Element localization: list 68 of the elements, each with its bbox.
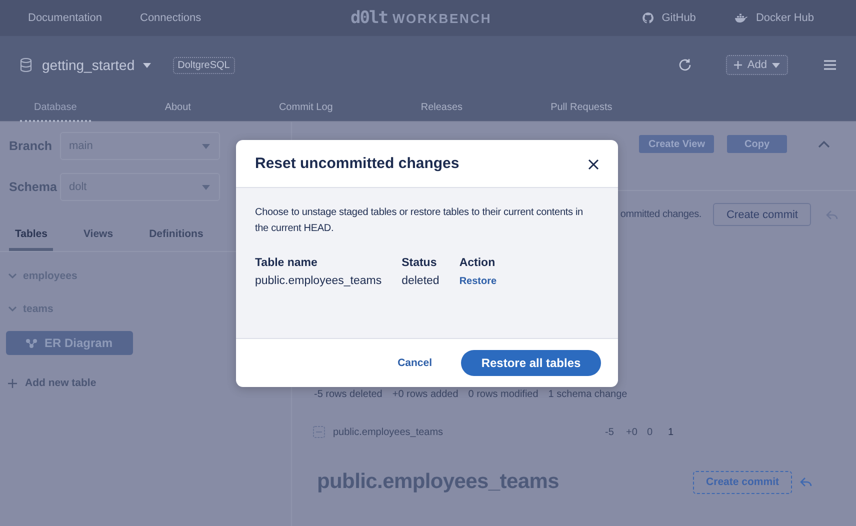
modified-count: 0	[647, 426, 654, 438]
restore-link[interactable]: Restore	[459, 276, 497, 287]
column-header: Status	[402, 257, 460, 275]
undo-icon[interactable]	[800, 477, 812, 487]
refresh-icon[interactable]	[678, 58, 692, 72]
table-heading: public.employees_teams	[317, 470, 560, 494]
database-selector[interactable]: getting_started	[42, 57, 151, 73]
create-commit-button[interactable]: Create commit	[713, 203, 811, 226]
caret-icon	[772, 62, 780, 68]
restore-all-button[interactable]: Restore all tables	[461, 350, 601, 376]
toolbar-button[interactable]: Create View	[639, 135, 714, 153]
collapse-icon[interactable]	[818, 140, 830, 148]
field-label: Schema	[9, 180, 58, 194]
caret-icon	[142, 62, 151, 68]
diff-summary-stat: -5 rows deleted	[314, 389, 382, 400]
undo-icon[interactable]	[826, 210, 838, 220]
dialog-title: Reset uncommitted changes	[255, 155, 460, 172]
deleted-count: -5	[605, 426, 615, 438]
chevron-icon[interactable]	[8, 272, 17, 278]
add-table-link[interactable]: Add new table	[8, 377, 291, 389]
nav-link[interactable]: Documentation	[28, 12, 102, 24]
logo-wordmark: WORKBENCH	[392, 11, 492, 26]
er-diagram-button[interactable]: ER Diagram	[6, 331, 133, 355]
toolbar-button[interactable]: Copy	[727, 135, 787, 153]
database-tab[interactable]: About	[150, 94, 205, 122]
close-button[interactable]	[588, 158, 599, 169]
logo-mark: d0lt	[350, 8, 388, 28]
plus-icon	[734, 61, 742, 69]
nav-link[interactable]: Connections	[140, 12, 202, 24]
database-tab[interactable]: Commit Log	[264, 94, 347, 122]
diff-summary-stat: +0 rows added	[392, 389, 458, 400]
database-tab[interactable]: Pull Requests	[536, 94, 626, 122]
whale-icon	[734, 13, 748, 23]
database-type-badge: DoltgreSQL	[172, 56, 235, 74]
sidebar-tab[interactable]: Tables	[9, 222, 54, 251]
database-tab[interactable]: Database	[20, 94, 91, 122]
diff-summary-stat: 0 rows modified	[468, 389, 538, 400]
diff-summary-stat: 1 schema change	[548, 389, 628, 400]
external-link[interactable]: Docker Hub	[734, 12, 814, 24]
external-link[interactable]: GitHub	[642, 12, 696, 24]
status-text: ommitted changes.	[620, 209, 702, 220]
plus-icon	[8, 378, 17, 388]
close-icon	[588, 159, 599, 170]
create-commit-button[interactable]: Create commit	[693, 470, 792, 494]
sidebar-tab[interactable]: Definitions	[143, 222, 210, 251]
caret-icon	[202, 144, 210, 148]
caret-icon	[202, 184, 210, 190]
column-header: Action	[459, 257, 496, 271]
github-icon	[642, 12, 654, 24]
menu-icon[interactable]	[824, 60, 836, 70]
sidebar-tab[interactable]: Views	[77, 222, 120, 251]
chevron-icon[interactable]	[8, 306, 17, 312]
add-button[interactable]: Add	[726, 55, 788, 75]
table-cell-text: deleted	[402, 275, 440, 287]
diff-table-name[interactable]: public.employees_teams	[333, 426, 605, 438]
table-cell-text: public.employees_teams	[255, 275, 383, 287]
added-count: +0	[626, 426, 638, 438]
column-header: Table name	[255, 257, 318, 271]
cancel-link[interactable]: Cancel	[398, 357, 432, 369]
database-tab[interactable]: Releases	[406, 94, 477, 122]
field-label: Branch	[9, 139, 54, 153]
link-label: GitHub	[662, 12, 696, 24]
collapse-square-icon[interactable]	[313, 426, 325, 438]
schema-change-count: 1	[668, 426, 675, 438]
diagram-icon	[26, 338, 38, 348]
database-icon	[20, 58, 32, 72]
dialog-description: Choose to unstage staged tables or restore tables to their current contents in the current HEAD.	[255, 206, 584, 236]
link-label: Docker Hub	[756, 12, 814, 24]
